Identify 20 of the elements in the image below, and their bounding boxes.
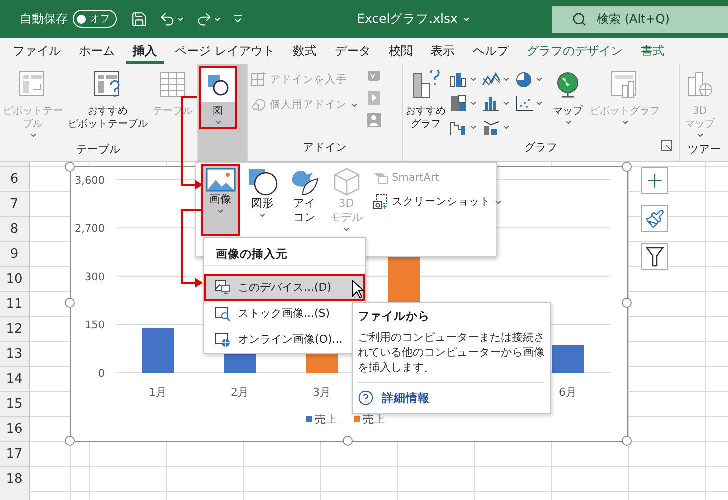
legend-label: 売上 bbox=[363, 413, 385, 426]
axis-label: 0 bbox=[98, 368, 105, 380]
axis-label: 6月 bbox=[559, 386, 577, 399]
tooltip-text: ご利用のコンピューターまたは接続されている他のコンピューターから画像を挿入します。 bbox=[358, 330, 545, 383]
axis-label: 300 bbox=[84, 271, 105, 284]
legend-label: 売上 bbox=[315, 413, 337, 426]
tooltip-title: ファイルから bbox=[358, 309, 431, 324]
file-name: Excelグラフ.xlsx bbox=[357, 10, 458, 28]
axis-label: 1月 bbox=[149, 386, 167, 399]
menu-header: 画像の挿入元 bbox=[216, 247, 288, 262]
group-label: グラフ bbox=[524, 140, 558, 154]
group-label: アドイン bbox=[303, 140, 347, 154]
axis-label: 2月 bbox=[231, 386, 249, 399]
axis-label: 3,600 bbox=[74, 174, 105, 187]
axis-label: 3月 bbox=[313, 386, 331, 399]
axis-label: 2,700 bbox=[74, 223, 105, 236]
group-label: ツアー bbox=[688, 142, 721, 157]
autosave-label: 自動保存 bbox=[20, 10, 68, 28]
group-label: テーブル bbox=[76, 142, 120, 157]
axis-label: 150 bbox=[84, 320, 105, 332]
